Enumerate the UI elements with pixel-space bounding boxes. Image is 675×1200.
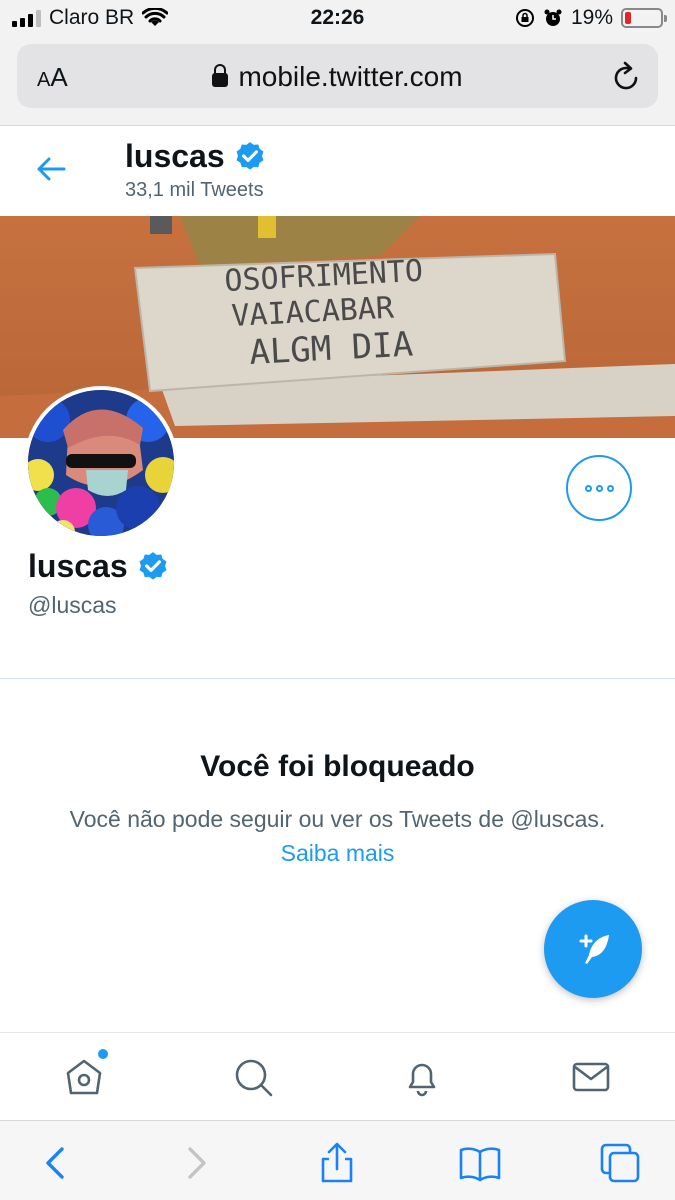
header-name-text: luscas (125, 138, 225, 174)
profile-avatar[interactable] (24, 386, 178, 540)
url-field[interactable]: mobile.twitter.com (17, 61, 658, 93)
more-options-button[interactable] (566, 455, 632, 521)
more-options-icon (584, 484, 592, 492)
tabs-button[interactable] (598, 1141, 642, 1185)
messages-icon (572, 1062, 610, 1092)
address-bar[interactable]: AA mobile.twitter.com (17, 44, 658, 108)
rotation-lock-icon (515, 9, 534, 27)
share-button[interactable] (315, 1141, 359, 1185)
compose-tweet-button[interactable] (544, 900, 642, 998)
bookmarks-icon (459, 1147, 501, 1182)
blocked-title: Você foi bloqueado (200, 750, 475, 783)
tweet-count: 33,1 mil Tweets (125, 179, 264, 201)
battery-level (625, 12, 631, 24)
browser-forward-button[interactable] (174, 1141, 218, 1185)
lock-icon (212, 64, 229, 87)
bookmarks-button[interactable] (458, 1141, 502, 1185)
header-name: luscas (125, 138, 267, 175)
nav-notifications[interactable] (400, 1055, 444, 1099)
twitter-bottom-nav (0, 1032, 675, 1120)
forward-icon (188, 1147, 206, 1179)
profile-name: luscas (28, 548, 170, 585)
blocked-message: Você não pode seguir ou ver os Tweets de… (69, 806, 606, 832)
status-right: 19% (515, 6, 667, 30)
back-icon (46, 1147, 64, 1179)
tabs-icon (600, 1143, 640, 1183)
status-bar: Claro BR 22:26 19% (0, 0, 675, 38)
browser-address-area: AA mobile.twitter.com (0, 38, 675, 126)
nav-messages[interactable] (569, 1055, 613, 1099)
profile-name-text: luscas (28, 548, 128, 584)
search-icon (235, 1059, 273, 1097)
profile-handle: @luscas (28, 592, 117, 618)
section-divider (0, 678, 675, 679)
alarm-icon (544, 9, 562, 26)
learn-more-text[interactable]: Saiba mais (281, 840, 395, 866)
profile-header: luscas 33,1 mil Tweets (0, 126, 675, 216)
back-arrow-icon[interactable] (34, 152, 68, 186)
more-dot (606, 484, 614, 492)
browser-back-button[interactable] (34, 1141, 78, 1185)
home-icon (66, 1059, 102, 1095)
nav-search[interactable] (231, 1055, 275, 1099)
notifications-icon (408, 1063, 436, 1097)
share-icon (321, 1142, 353, 1183)
home-notification-dot (98, 1049, 108, 1059)
battery-percent: 19% (570, 6, 613, 29)
sign-line-3: ALGM DIA (248, 324, 414, 373)
battery-icon (621, 8, 667, 28)
more-dot (595, 484, 603, 492)
verified-badge-icon (236, 141, 264, 170)
url-text: mobile.twitter.com (238, 61, 463, 92)
safari-toolbar (0, 1120, 675, 1200)
avatar-image (28, 390, 174, 536)
reload-icon[interactable] (612, 60, 642, 92)
compose-tweet-icon (579, 934, 609, 964)
nav-home[interactable] (62, 1049, 108, 1099)
learn-more-link[interactable]: Saiba mais (0, 840, 675, 867)
verified-badge-icon (139, 551, 167, 580)
